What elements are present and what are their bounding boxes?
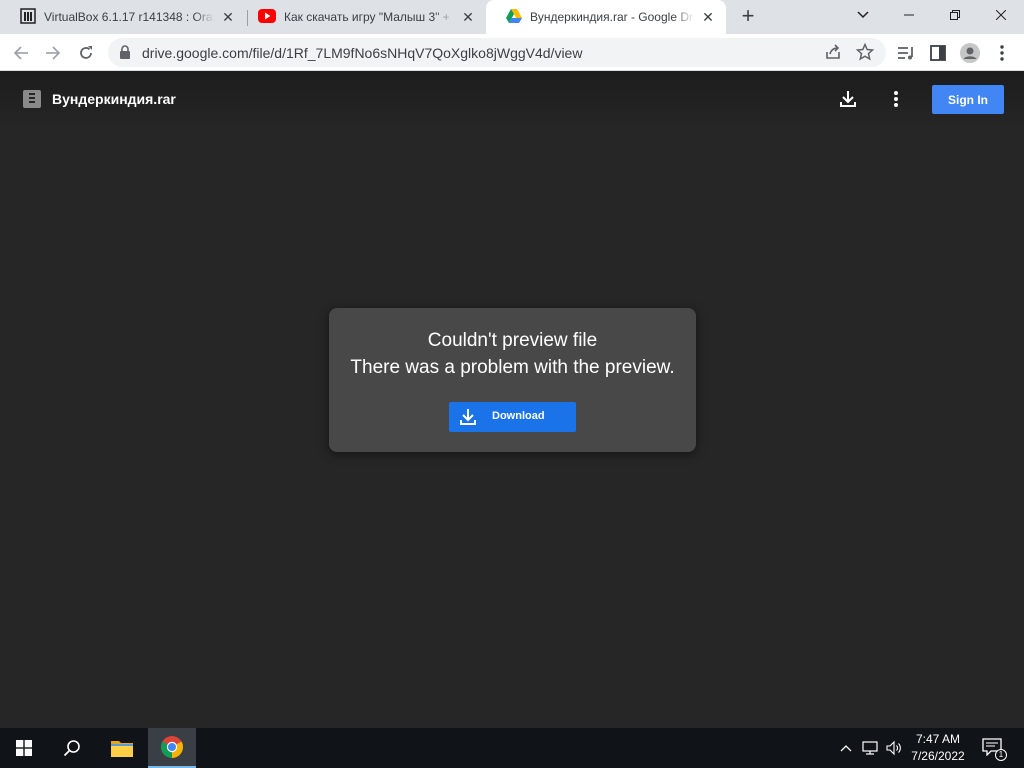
url-text[interactable]: drive.google.com/file/d/1Rf_7LM9fNo6sNHq… <box>142 45 582 61</box>
tab-title: VirtualBox 6.1.17 r141348 : Oracle VM Vi… <box>44 10 214 24</box>
search-icon <box>63 740 80 757</box>
browser-toolbar: drive.google.com/file/d/1Rf_7LM9fNo6sNHq… <box>0 34 1024 71</box>
chrome-taskbar-button[interactable] <box>148 728 196 768</box>
bookmark-star-icon[interactable] <box>855 42 875 66</box>
close-tab-icon[interactable]: ✕ <box>220 9 236 25</box>
close-icon <box>996 10 1006 20</box>
archive-file-icon <box>23 90 41 108</box>
drive-viewer: Вундеркиндия.rar Sign In Couldn't previe… <box>0 71 1024 728</box>
tab-search-button[interactable] <box>840 0 886 30</box>
chevron-down-icon <box>857 11 869 19</box>
address-bar[interactable]: drive.google.com/file/d/1Rf_7LM9fNo6sNHq… <box>108 38 886 67</box>
download-icon <box>459 408 477 431</box>
profile-button[interactable] <box>957 40 983 66</box>
tab-title: Как скачать игру "Малыш 3" + Вундеркинди… <box>284 10 454 24</box>
viewer-header: Вундеркиндия.rar Sign In <box>0 71 1024 129</box>
show-hidden-icons-button[interactable] <box>838 740 854 756</box>
close-tab-icon[interactable]: ✕ <box>700 9 716 25</box>
google-drive-icon <box>506 8 522 26</box>
reload-icon <box>80 46 92 59</box>
arrow-right-icon <box>46 46 61 60</box>
sign-in-button[interactable]: Sign In <box>932 85 1004 114</box>
windows-logo-icon <box>16 740 32 756</box>
share-icon[interactable] <box>824 43 842 66</box>
folder-icon <box>111 741 133 757</box>
header-download-button[interactable] <box>836 87 860 111</box>
back-button[interactable] <box>8 40 34 66</box>
taskbar-clock[interactable]: 7:47 AM 7/26/2022 <box>904 731 972 765</box>
action-center-button[interactable]: 1 <box>982 738 1007 761</box>
header-more-button[interactable] <box>884 87 908 111</box>
forward-button[interactable] <box>40 40 66 66</box>
volume-button[interactable] <box>886 740 902 756</box>
tab-youtube[interactable]: Как скачать игру "Малыш 3" + Вундеркинди… <box>238 0 486 34</box>
search-button[interactable] <box>48 728 96 768</box>
error-title: Couldn't preview file <box>427 330 598 351</box>
download-icon <box>840 91 856 107</box>
restore-icon <box>950 10 960 20</box>
chrome-icon <box>161 736 183 758</box>
windows-taskbar: 7:47 AM 7/26/2022 1 <box>0 728 1024 768</box>
network-button[interactable] <box>862 740 878 756</box>
tab-title: Вундеркиндия.rar - Google Drive <box>530 10 694 24</box>
clock-time: 7:47 AM <box>915 732 961 746</box>
media-control-button[interactable] <box>893 40 919 66</box>
side-panel-button[interactable] <box>925 40 951 66</box>
reload-button[interactable] <box>73 40 99 66</box>
browser-menu-button[interactable] <box>989 40 1015 66</box>
file-explorer-button[interactable] <box>98 728 146 768</box>
volume-icon <box>886 740 901 756</box>
network-icon <box>862 741 878 755</box>
tab-virtualbox[interactable]: VirtualBox 6.1.17 r141348 : Oracle VM Vi… <box>0 0 246 34</box>
youtube-icon <box>258 8 276 26</box>
tab-google-drive[interactable]: Вундеркиндия.rar - Google Drive ✕ <box>486 0 726 34</box>
virtualbox-icon <box>20 7 36 27</box>
file-name: Вундеркиндия.rar <box>52 91 176 107</box>
error-message: There was a problem with the preview. <box>350 357 675 378</box>
chevron-up-icon <box>840 745 852 752</box>
minimize-button[interactable] <box>886 0 932 30</box>
new-tab-button[interactable]: + <box>736 5 760 29</box>
more-vert-icon <box>894 91 898 107</box>
close-tab-icon[interactable]: ✕ <box>460 9 476 25</box>
clock-date: 7/26/2022 <box>911 749 965 763</box>
download-button[interactable]: Download <box>449 402 576 432</box>
side-panel-icon <box>930 45 946 61</box>
close-window-button[interactable] <box>978 0 1024 30</box>
arrow-left-icon <box>13 46 28 60</box>
start-button[interactable] <box>0 728 48 768</box>
browser-tab-strip: VirtualBox 6.1.17 r141348 : Oracle VM Vi… <box>0 0 1024 34</box>
lock-icon[interactable] <box>119 45 131 64</box>
more-vert-icon <box>1000 45 1004 61</box>
restore-button[interactable] <box>932 0 978 30</box>
avatar-icon <box>960 43 980 63</box>
preview-error-card: Couldn't preview file There was a proble… <box>329 308 696 452</box>
download-label: Download <box>492 410 545 422</box>
minimize-icon <box>904 14 914 16</box>
notification-count-badge: 1 <box>995 749 1007 761</box>
playlist-icon <box>898 47 913 60</box>
